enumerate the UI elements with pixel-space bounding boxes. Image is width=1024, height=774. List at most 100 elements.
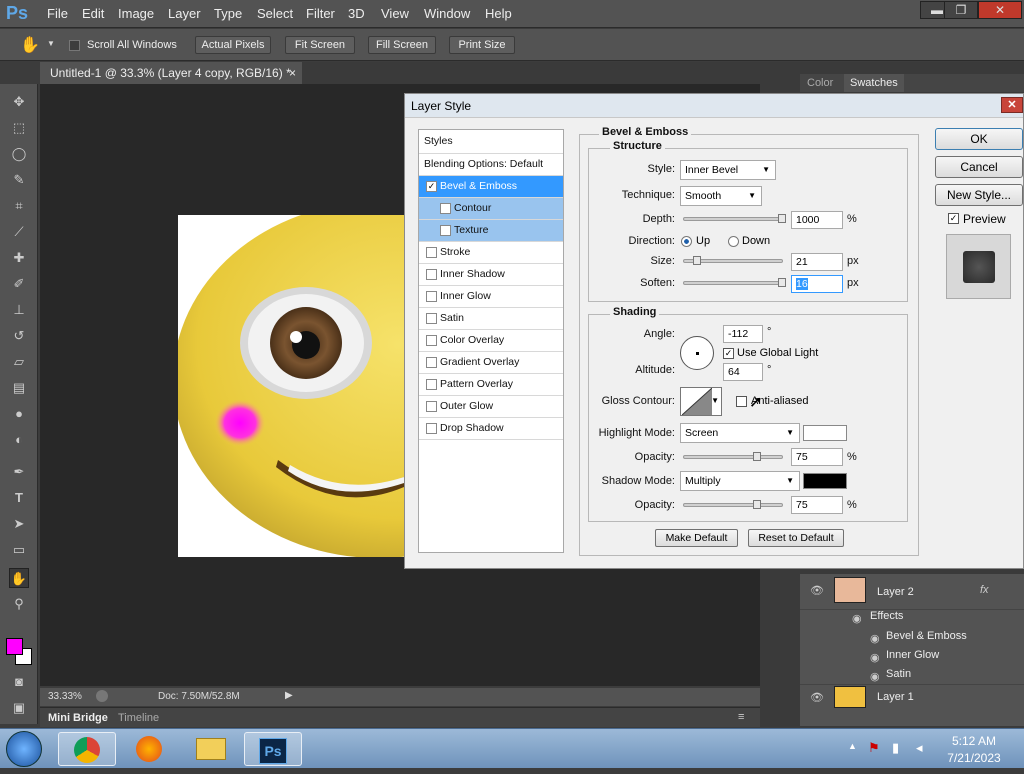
depth-slider-thumb[interactable]: [778, 214, 786, 223]
lasso-tool-icon[interactable]: ◯: [9, 144, 29, 164]
direction-down-radio[interactable]: [728, 236, 739, 247]
actual-pixels-button[interactable]: Actual Pixels: [195, 36, 271, 54]
menu-type[interactable]: Type: [214, 6, 242, 21]
preview-checkbox[interactable]: ✓: [948, 213, 959, 224]
menu-select[interactable]: Select: [257, 6, 293, 21]
eyedropper-tool-icon[interactable]: ⟋: [9, 222, 29, 242]
fx-icon[interactable]: fx: [980, 584, 989, 596]
altitude-input[interactable]: 64: [723, 363, 763, 381]
soften-slider-thumb[interactable]: [778, 278, 786, 287]
shadow-mode-dropdown[interactable]: Multiply ▼: [680, 471, 800, 491]
fit-screen-button[interactable]: Fit Screen: [285, 36, 355, 54]
path-select-tool-icon[interactable]: ➤: [9, 514, 29, 534]
soften-input[interactable]: 16: [791, 275, 843, 293]
tab-swatches[interactable]: Swatches: [844, 74, 904, 92]
dialog-title-bar[interactable]: Layer Style: [405, 94, 1023, 118]
pen-tool-icon[interactable]: ✒: [9, 462, 29, 482]
depth-slider[interactable]: [683, 217, 783, 221]
restore-button[interactable]: ❐: [944, 1, 978, 19]
dodge-tool-icon[interactable]: ◐: [9, 430, 29, 450]
new-style-button[interactable]: New Style...: [935, 184, 1023, 206]
shadow-opacity-slider[interactable]: [683, 503, 783, 507]
style-item-checkbox[interactable]: [426, 247, 437, 258]
tab-color[interactable]: Color: [807, 77, 833, 89]
start-button[interactable]: [6, 731, 42, 767]
zoom-level[interactable]: 33.33%: [48, 691, 82, 702]
menu-file[interactable]: File: [47, 6, 68, 21]
style-item-checkbox[interactable]: [426, 401, 437, 412]
reset-to-default-button[interactable]: Reset to Default: [748, 529, 844, 547]
gradient-tool-icon[interactable]: ▤: [9, 378, 29, 398]
type-tool-icon[interactable]: T: [9, 488, 29, 508]
style-item-checkbox[interactable]: [440, 225, 451, 236]
style-item-color-overlay[interactable]: Color Overlay: [419, 330, 563, 352]
highlight-color-swatch[interactable]: [803, 425, 847, 441]
stamp-tool-icon[interactable]: ⊥: [9, 300, 29, 320]
chrome-taskbar-icon[interactable]: [58, 732, 116, 766]
highlight-opacity-slider[interactable]: [683, 455, 783, 459]
tab-timeline[interactable]: Timeline: [118, 712, 159, 724]
brush-tool-icon[interactable]: ✐: [9, 274, 29, 294]
scroll-all-windows-checkbox[interactable]: [69, 40, 80, 51]
style-item-checkbox[interactable]: [426, 335, 437, 346]
style-dropdown[interactable]: Inner Bevel ▼: [680, 160, 776, 180]
style-item-texture[interactable]: Texture: [419, 220, 563, 242]
print-size-button[interactable]: Print Size: [449, 36, 515, 54]
hand-tool-icon[interactable]: ✋: [9, 568, 29, 588]
quick-mask-icon[interactable]: ◙: [9, 672, 29, 692]
angle-input[interactable]: -112: [723, 325, 763, 343]
effect-satin[interactable]: Satin: [886, 668, 911, 680]
style-item-stroke[interactable]: Stroke: [419, 242, 563, 264]
status-menu-icon[interactable]: [96, 690, 108, 702]
eye-icon[interactable]: ◉: [870, 632, 880, 645]
eye-icon[interactable]: ◉: [852, 612, 862, 625]
style-item-checkbox[interactable]: ✓: [426, 181, 437, 192]
style-item-checkbox[interactable]: [426, 379, 437, 390]
soften-slider[interactable]: [683, 281, 783, 285]
document-canvas[interactable]: [178, 215, 404, 557]
history-brush-icon[interactable]: ↺: [9, 326, 29, 346]
style-item-inner-glow[interactable]: Inner Glow: [419, 286, 563, 308]
close-icon[interactable]: ×: [289, 62, 296, 84]
style-item-gradient-overlay[interactable]: Gradient Overlay: [419, 352, 563, 374]
status-arrow-icon[interactable]: ▶: [285, 690, 293, 701]
style-item-checkbox[interactable]: [440, 203, 451, 214]
eye-icon[interactable]: 👁: [810, 691, 824, 704]
size-input[interactable]: 21: [791, 253, 843, 271]
menu-3d[interactable]: 3D: [348, 6, 365, 21]
chevron-down-icon[interactable]: ▼: [47, 39, 55, 48]
tab-mini-bridge[interactable]: Mini Bridge: [48, 712, 108, 724]
shadow-color-swatch[interactable]: [803, 473, 847, 489]
make-default-button[interactable]: Make Default: [655, 529, 738, 547]
blur-tool-icon[interactable]: ●: [9, 404, 29, 424]
size-slider-thumb[interactable]: [693, 256, 701, 265]
angle-dial[interactable]: [680, 336, 714, 370]
style-item-inner-shadow[interactable]: Inner Shadow: [419, 264, 563, 286]
eye-icon[interactable]: 👁: [810, 584, 824, 597]
eraser-tool-icon[interactable]: ▱: [9, 352, 29, 372]
crop-tool-icon[interactable]: ⌗: [9, 196, 29, 216]
effect-inner-glow[interactable]: Inner Glow: [886, 649, 939, 661]
menu-window[interactable]: Window: [424, 6, 470, 21]
firefox-taskbar-icon[interactable]: [120, 732, 178, 766]
dialog-close-button[interactable]: ✕: [1001, 97, 1023, 113]
highlight-mode-dropdown[interactable]: Screen ▼: [680, 423, 800, 443]
shadow-opacity-input[interactable]: 75: [791, 496, 843, 514]
menu-filter[interactable]: Filter: [306, 6, 335, 21]
foreground-color-swatch[interactable]: [6, 638, 23, 655]
use-global-light-checkbox[interactable]: ✓: [723, 348, 734, 359]
effect-bevel-emboss[interactable]: Bevel & Emboss: [886, 630, 967, 642]
hand-tool-icon[interactable]: ✋: [20, 35, 40, 55]
style-item-checkbox[interactable]: [426, 313, 437, 324]
menu-image[interactable]: Image: [118, 6, 154, 21]
style-item-bevel-emboss[interactable]: ✓ Bevel & Emboss: [419, 176, 563, 198]
technique-dropdown[interactable]: Smooth ▼: [680, 186, 762, 206]
blending-options[interactable]: Blending Options: Default: [419, 154, 563, 176]
app-close-button[interactable]: ✕: [978, 1, 1022, 19]
ok-button[interactable]: OK: [935, 128, 1023, 150]
photoshop-taskbar-icon[interactable]: Ps: [244, 732, 302, 766]
style-item-checkbox[interactable]: [426, 291, 437, 302]
layer-row-layer1[interactable]: 👁 Layer 1: [800, 684, 1024, 708]
document-tab[interactable]: Untitled-1 @ 33.3% (Layer 4 copy, RGB/16…: [40, 62, 302, 84]
menu-layer[interactable]: Layer: [168, 6, 201, 21]
